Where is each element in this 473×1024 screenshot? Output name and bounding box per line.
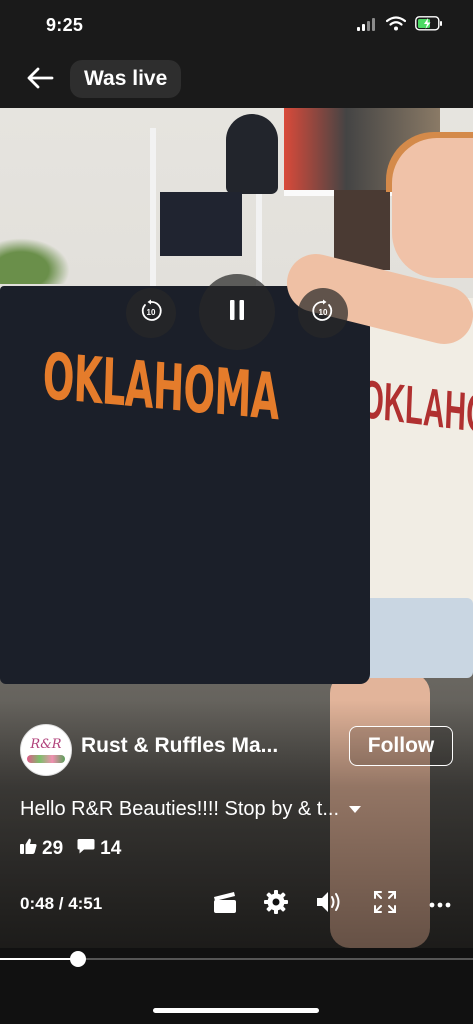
likes-count[interactable]: 29 (20, 838, 63, 860)
flower-decor (27, 754, 65, 763)
likes-value: 29 (42, 838, 64, 859)
skip-forward-button[interactable]: 10 (298, 288, 348, 338)
was-live-badge: Was live (70, 60, 182, 98)
forward-10-icon: 10 (311, 299, 335, 328)
post-description[interactable]: Hello R&R Beauties!!!! Stop by & t... (20, 798, 460, 821)
settings-gear-icon (263, 889, 289, 920)
skip-back-label: 10 (147, 308, 156, 317)
volume-icon (315, 890, 343, 919)
status-time: 9:25 (46, 15, 84, 35)
page-avatar[interactable]: R&R (20, 724, 72, 776)
fullscreen-button[interactable] (370, 890, 400, 918)
skip-back-button[interactable]: 10 (126, 288, 176, 338)
description-text: Hello R&R Beauties!!!! Stop by & t... (20, 798, 340, 820)
home-indicator (153, 1008, 319, 1013)
plant-decor (0, 238, 70, 284)
thumbs-up-icon (20, 838, 37, 860)
progress-area (0, 948, 473, 1024)
pause-button[interactable] (199, 274, 275, 350)
clapperboard-icon (213, 891, 237, 918)
more-options-button[interactable] (425, 890, 455, 918)
battery-charging-icon (415, 16, 443, 36)
expand-caret-icon[interactable] (349, 806, 362, 813)
more-options-icon (429, 895, 451, 913)
hanging-shirt (160, 192, 242, 256)
comment-bubble-icon (77, 838, 95, 860)
settings-button[interactable] (261, 889, 291, 920)
top-bar: Was live (0, 54, 473, 108)
time-display: 0:48 / 4:51 (20, 894, 103, 913)
cellular-signal-icon (357, 17, 377, 36)
comments-count[interactable]: 14 (77, 838, 121, 860)
volume-button[interactable] (314, 890, 344, 918)
arrow-left-icon (26, 66, 54, 95)
wifi-icon (385, 16, 407, 36)
page-info-row: R&R Rust & Ruffles Ma... Follow (20, 724, 460, 776)
progress-scrubber[interactable] (70, 951, 86, 967)
follow-button[interactable]: Follow (349, 726, 453, 766)
pause-icon (227, 299, 247, 326)
engagement-stats: 29 14 (20, 838, 135, 860)
page-name-link[interactable]: Rust & Ruffles Ma... (81, 734, 278, 758)
necklace-board (334, 190, 390, 270)
person-head (392, 138, 473, 278)
comments-value: 14 (100, 838, 122, 859)
skip-forward-label: 10 (319, 308, 328, 317)
hat-decor (226, 114, 278, 194)
fullscreen-icon (373, 890, 397, 919)
back-button[interactable] (22, 64, 58, 96)
player-controls-bar: 0:48 / 4:51 (20, 888, 460, 920)
avatar-logo-text: R&R (30, 736, 62, 752)
status-bar: 9:25 (0, 0, 473, 54)
status-icons (357, 16, 443, 36)
rewind-10-icon: 10 (139, 299, 163, 328)
progress-fill (0, 958, 78, 960)
clips-button[interactable] (210, 890, 240, 918)
